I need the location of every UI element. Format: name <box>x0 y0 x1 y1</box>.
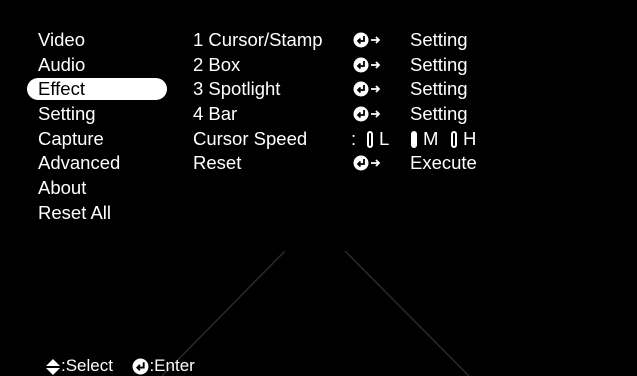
enter-arrow-icon <box>353 81 381 97</box>
menu-item-audio[interactable]: Audio <box>27 53 167 78</box>
enter-icon <box>132 358 149 375</box>
projector-menu-screen: Video Audio Effect Setting Capture Advan… <box>7 6 636 376</box>
menu-item-video[interactable]: Video <box>27 28 167 53</box>
menu-item-label: Reset All <box>38 201 112 223</box>
menu-item-capture[interactable]: Capture <box>27 127 167 152</box>
select-hint: :Select <box>61 356 113 375</box>
enter-arrow-icon <box>353 155 381 171</box>
menu-item-label: Effect <box>38 78 85 100</box>
speed-option-l-indicator[interactable] <box>367 130 373 148</box>
row-value: Setting <box>410 103 468 125</box>
menu-item-label: Advanced <box>38 152 121 174</box>
menu-item-label: Setting <box>38 103 96 125</box>
menu-item-effect[interactable]: Effect <box>27 78 167 101</box>
menu-item-label: Audio <box>38 53 86 75</box>
row-label: 3 Spotlight <box>193 78 281 100</box>
separator: : <box>351 127 357 149</box>
enter-arrow-icon <box>353 57 381 73</box>
speed-option-h-indicator[interactable] <box>451 130 457 148</box>
row-reset[interactable]: Reset Execute <box>193 151 613 176</box>
row-spotlight[interactable]: 3 Spotlight Setting <box>193 77 613 102</box>
row-label: Cursor Speed <box>193 127 308 149</box>
main-menu: Video Audio Effect Setting Capture Advan… <box>27 28 167 226</box>
menu-item-label: Capture <box>38 127 104 149</box>
menu-item-label: Video <box>38 29 85 50</box>
row-value: Execute <box>410 152 477 174</box>
row-box[interactable]: 2 Box Setting <box>193 53 613 78</box>
row-value: Setting <box>410 78 468 100</box>
row-label: 2 Box <box>193 53 241 75</box>
menu-item-label: About <box>38 177 87 199</box>
enter-arrow-icon <box>353 106 381 122</box>
menu-item-reset-all[interactable]: Reset All <box>27 201 167 226</box>
enter-hint: :Enter <box>149 356 195 375</box>
effect-submenu: 1 Cursor/Stamp Setting 2 Box Setting 3 S… <box>193 28 613 176</box>
row-value: Setting <box>410 53 468 75</box>
row-value: Setting <box>410 29 468 50</box>
speed-option-h-label: H <box>463 127 477 149</box>
up-down-icon <box>46 358 60 375</box>
enter-arrow-icon <box>353 32 381 48</box>
speed-option-m-label: M <box>423 127 439 149</box>
row-label: Reset <box>193 152 242 174</box>
footer-hints: :Select :Enter <box>45 354 195 376</box>
row-label: 4 Bar <box>193 103 238 125</box>
speed-option-l-label: L <box>379 127 390 149</box>
row-label: 1 Cursor/Stamp <box>193 29 323 50</box>
row-cursor-stamp[interactable]: 1 Cursor/Stamp Setting <box>193 28 613 53</box>
row-cursor-speed[interactable]: Cursor Speed : L M H <box>193 127 613 152</box>
row-bar[interactable]: 4 Bar Setting <box>193 102 613 127</box>
speed-option-m-indicator[interactable] <box>411 130 417 148</box>
menu-item-setting[interactable]: Setting <box>27 102 167 127</box>
menu-item-advanced[interactable]: Advanced <box>27 151 167 176</box>
menu-item-about[interactable]: About <box>27 176 167 201</box>
